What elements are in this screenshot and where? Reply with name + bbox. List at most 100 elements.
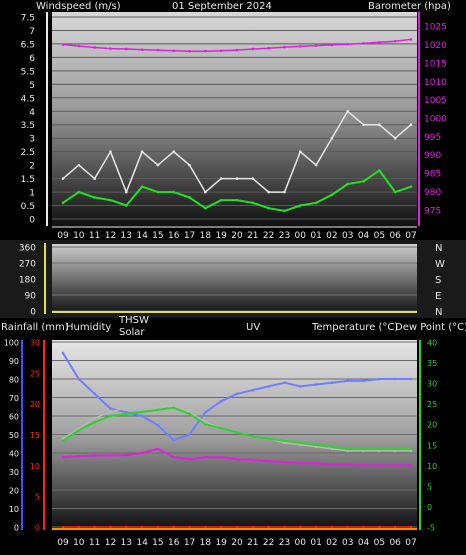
wind-tick-label: 4.5 (21, 94, 35, 104)
humidity-tick-label: 40 (9, 450, 19, 459)
wind-average-line-point (314, 201, 318, 205)
bottom-x-tick-label: 20 (231, 538, 243, 548)
wind-gust-line-point (156, 163, 160, 167)
wind-x-tick-label: 10 (73, 231, 85, 241)
rainfall-line-point (188, 525, 191, 529)
temperature-line-point (219, 427, 223, 430)
wind-average-line-point (140, 185, 144, 188)
thsw-line-point (109, 410, 112, 414)
barometer-line-point (393, 39, 397, 43)
wind-x-tick-label: 06 (389, 231, 401, 241)
dew-point-line-point (330, 463, 334, 466)
rainfall-line-point (267, 525, 270, 529)
rainfall-tick-label: 25 (30, 369, 40, 378)
thsw-label: THSW (119, 315, 149, 326)
barometer-tick-label: 990 (424, 151, 441, 161)
dew-point-line-point (156, 447, 160, 451)
humidity-line-point (314, 383, 318, 386)
rainfall-line-point (109, 525, 112, 529)
temperature-line-point (314, 443, 318, 447)
wind-average-line-point (298, 204, 302, 207)
bottom-x-tick-label: 15 (152, 538, 163, 548)
wind-average-line-point (251, 201, 255, 205)
rainfall-line-point (330, 525, 334, 529)
barometer-tick-label: 995 (424, 133, 441, 143)
dew-point-line-point (109, 454, 112, 457)
temperature-line-point (156, 408, 160, 412)
dew-point-line-point (204, 455, 207, 459)
wind-x-tick-label: 05 (374, 231, 385, 241)
wind-average-line-point (109, 198, 112, 202)
rainfall-line-point (172, 525, 176, 529)
barometer-line-point (219, 49, 223, 53)
rainfall-line-point (204, 525, 207, 529)
barometer-line-point (156, 48, 160, 52)
wind-gust-line-point (362, 123, 365, 127)
temperature-line-point (298, 441, 302, 445)
weather-graph-frame: Windspeed (m/s) 01 September 2024 Barome… (0, 0, 466, 555)
dew-point-line-point (235, 457, 239, 461)
direction-tick-label: 180 (19, 276, 36, 286)
bottom-x-tick-label: 19 (215, 538, 227, 548)
humidity-line-point (172, 438, 176, 442)
wind-x-tick-label: 20 (231, 231, 243, 241)
bottom-plot-area (52, 340, 417, 532)
humidity-tick-label: 10 (9, 505, 19, 514)
bottom-x-tick-label: 04 (358, 538, 370, 548)
temperature-tick-label: 5 (427, 482, 432, 491)
barometer-line-point (409, 38, 413, 41)
bottom-x-tick-label: 07 (405, 538, 416, 548)
wind-gust-line-point (93, 177, 96, 180)
wind-gust-line-point (378, 123, 381, 127)
rainfall-tick-label: 0 (35, 524, 40, 533)
wind-x-tick-label: 14 (136, 231, 148, 241)
dew-point-line-point (393, 464, 397, 467)
bottom-x-tick-label: 18 (200, 538, 212, 548)
temperature-axis-title: Temperature (°C) (312, 322, 399, 333)
compass-label: N (435, 307, 442, 318)
barometer-tick-label: 1015 (424, 59, 447, 69)
dew-point-line-point (61, 455, 65, 459)
direction-tick-label: 360 (19, 244, 36, 254)
bottom-x-tick-label: 16 (168, 538, 180, 548)
wind-x-tick-label: 07 (405, 231, 416, 241)
thsw-line-point (140, 402, 144, 405)
barometer-line-point (77, 44, 81, 48)
wind-tick-label: 5 (29, 81, 35, 91)
temperature-tick-label: 0 (427, 503, 432, 512)
wind-gust-line-point (109, 150, 112, 153)
wind-gust-line-point (124, 190, 128, 194)
humidity-line-point (251, 388, 255, 392)
temperature-line-point (330, 445, 334, 449)
temperature-line-point (77, 429, 81, 432)
barometer-line-point (204, 49, 207, 53)
barometer-tick-label: 1000 (424, 115, 447, 125)
temperature-line-point (267, 437, 270, 440)
rainfall-axis-title: Rainfall (mm) (1, 322, 69, 333)
wind-average-line-point (235, 198, 239, 202)
rainfall-line-point (362, 525, 365, 529)
temperature-line-point (346, 447, 350, 451)
wind-gust-line-point (77, 163, 81, 167)
wind-average-line-point (378, 169, 381, 172)
wind-x-tick-label: 02 (326, 231, 337, 241)
wind-gust-line-point (219, 177, 223, 180)
barometer-line-point (314, 44, 318, 47)
barometer-line-point (330, 43, 334, 47)
direction-tick-label: 270 (19, 260, 36, 270)
wind-average-line-point (124, 204, 128, 207)
humidity-line-point (267, 385, 270, 388)
humidity-tick-label: 60 (9, 413, 19, 422)
weather-chart-svg: 7.576.565.554.543.532.521.510.5010251020… (0, 12, 466, 548)
wind-x-tick-label: 22 (263, 231, 274, 241)
wind-gust-line-point (330, 136, 334, 140)
wind-x-tick-label: 16 (168, 231, 180, 241)
wind-gust-line-point (283, 190, 286, 194)
temperature-line-point (251, 435, 255, 438)
dew-point-line-point (188, 457, 191, 461)
rainfall-tick-label: 20 (30, 400, 40, 409)
humidity-line-point (109, 407, 112, 410)
dew-point-line-point (362, 464, 365, 467)
temperature-line-point (235, 431, 239, 434)
temperature-line-point (378, 447, 381, 451)
